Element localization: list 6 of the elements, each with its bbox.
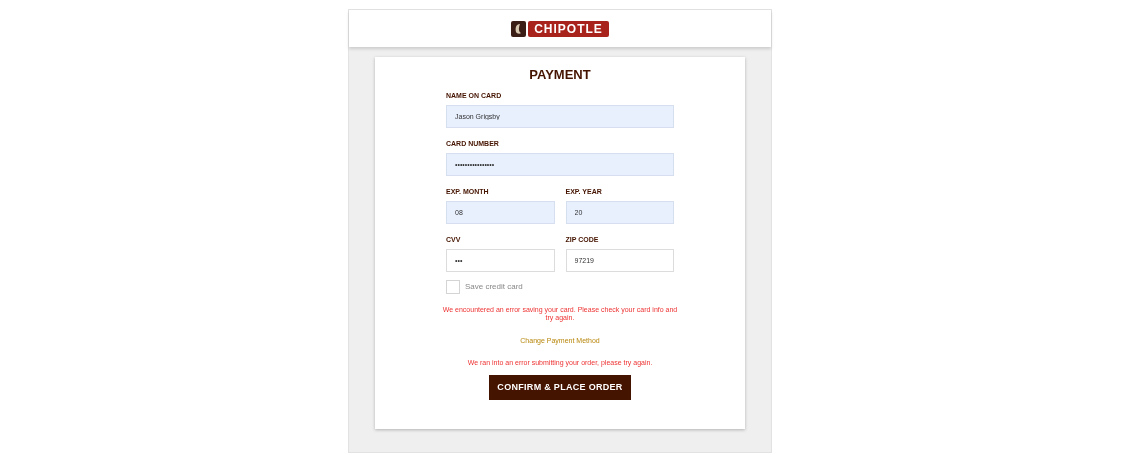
- confirm-order-button[interactable]: CONFIRM & PLACE ORDER: [489, 375, 631, 400]
- logo[interactable]: CHIPOTLE: [511, 20, 609, 37]
- form-title: PAYMENT: [529, 67, 591, 83]
- checkbox-label[interactable]: Save credit card: [465, 281, 523, 293]
- logo-text: CHIPOTLE: [528, 20, 609, 37]
- checkbox[interactable]: [446, 280, 460, 294]
